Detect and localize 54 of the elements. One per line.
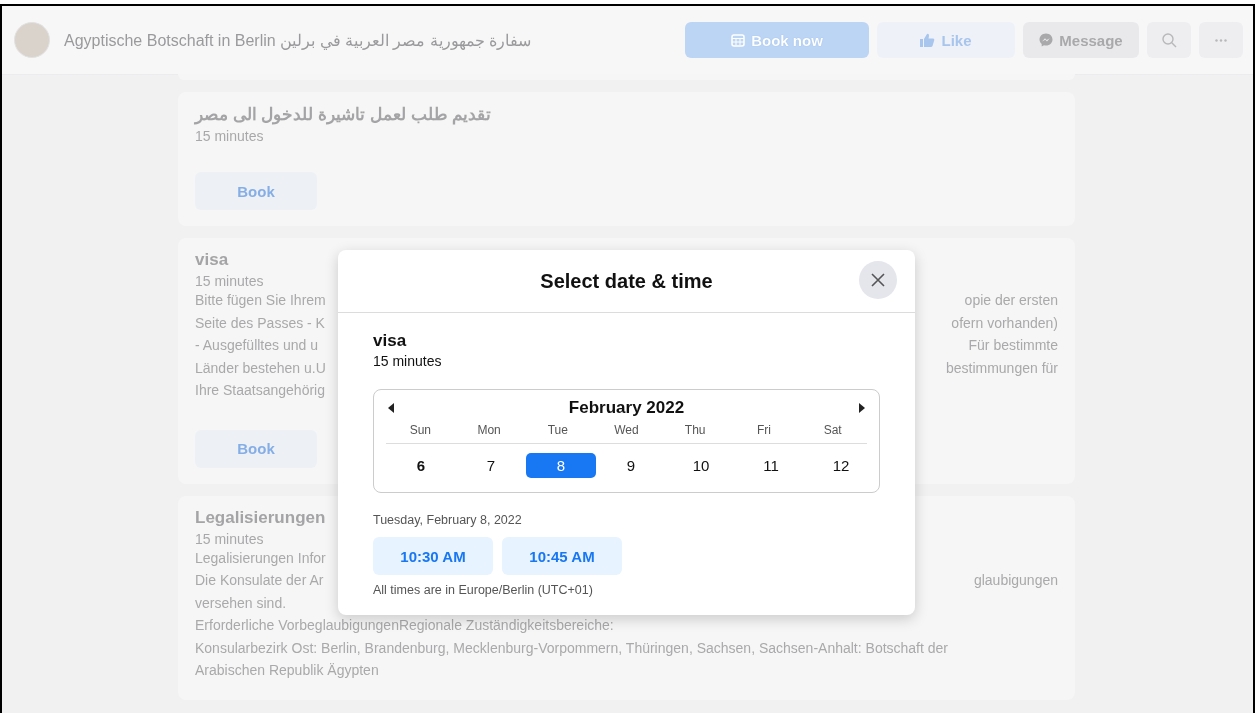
close-icon bbox=[871, 273, 885, 287]
service-duration: 15 minutes bbox=[195, 128, 264, 144]
timezone-note: All times are in Europe/Berlin (UTC+01) bbox=[373, 583, 594, 597]
month-title: February 2022 bbox=[568, 398, 685, 418]
description-text: - Ausgefülltes und u bbox=[195, 336, 318, 355]
time-slot-button[interactable]: 10:45 AM bbox=[502, 537, 622, 575]
description-text: Ihre Staatsangehörig bbox=[195, 381, 325, 400]
calendar-icon bbox=[731, 33, 746, 47]
description-text: Arabischen Republik Ägypten bbox=[195, 661, 379, 680]
weekday-label: Thu bbox=[683, 423, 707, 437]
description-text: bestimmungen für bbox=[945, 358, 1058, 377]
description-text: ofern vorhanden) bbox=[951, 313, 1058, 332]
thumbs-up-icon bbox=[920, 33, 936, 47]
time-slot-button[interactable]: 10:30 AM bbox=[373, 537, 493, 575]
description-text: Erforderliche VorbeglaubigungenRegionale Zuständigkeitsbereiche: bbox=[195, 616, 614, 635]
description-text: Länder bestehen u.U bbox=[195, 358, 326, 377]
description-text: Legalisierungen Infor bbox=[195, 548, 326, 567]
calendar-day[interactable]: 9 bbox=[596, 453, 666, 478]
weekday-label: Mon bbox=[476, 423, 502, 437]
calendar-day[interactable]: 10 bbox=[666, 453, 736, 478]
description-text: Konsularbezirk Ost: Berlin, Brandenburg, Mecklenburg-Vorpommern, Thüringen, Sachsen, Sachsen-Anhalt: Botschaft der bbox=[195, 638, 949, 657]
next-month-icon[interactable] bbox=[858, 403, 865, 413]
messenger-icon bbox=[1039, 33, 1054, 47]
service-duration: 15 minutes bbox=[195, 530, 264, 547]
weekday-label: Sun bbox=[408, 423, 433, 437]
dialog-title: Select date & time bbox=[540, 269, 713, 293]
weekday-label: Tue bbox=[546, 423, 569, 437]
weekday-label: Sat bbox=[822, 423, 843, 437]
description-text: Bitte fügen Sie Ihrem bbox=[195, 291, 326, 310]
more-icon bbox=[1215, 38, 1227, 42]
description-text: opie der ersten bbox=[964, 291, 1058, 310]
close-button[interactable] bbox=[859, 261, 897, 299]
description-text: versehen sind. bbox=[195, 593, 287, 612]
description-text: glaubigungen bbox=[973, 571, 1058, 590]
calendar-day[interactable]: 6 bbox=[386, 453, 456, 478]
description-text: Für bestimmte bbox=[968, 336, 1058, 355]
page-name: Agyptische Botschaft in Berlin سفارة جمهورية مصر العربية في برلين bbox=[64, 30, 532, 50]
service-title: Legalisierungen bbox=[195, 507, 326, 528]
search-icon bbox=[1161, 32, 1177, 48]
service-duration: 15 minutes bbox=[373, 353, 443, 369]
weekday-label: Fri bbox=[755, 423, 772, 437]
service-name: visa bbox=[373, 331, 408, 351]
selected-date: Tuesday, February 8, 2022 bbox=[373, 513, 523, 527]
description-text: Die Konsulate der Ar bbox=[195, 571, 324, 590]
description-text: Seite des Passes - K bbox=[195, 313, 325, 332]
service-title: تقديم طلب لعمل تاشيرة للدخول الى مصر bbox=[195, 104, 492, 125]
calendar-day[interactable]: 11 bbox=[736, 453, 806, 478]
service-title: visa bbox=[195, 250, 229, 270]
calendar-day[interactable]: 7 bbox=[456, 453, 526, 478]
calendar-day[interactable]: 8 bbox=[526, 453, 596, 478]
calendar-day[interactable]: 12 bbox=[806, 453, 876, 478]
weekday-label: Wed bbox=[613, 423, 640, 437]
service-duration: 15 minutes bbox=[195, 273, 264, 289]
previous-month-icon[interactable] bbox=[388, 403, 395, 413]
